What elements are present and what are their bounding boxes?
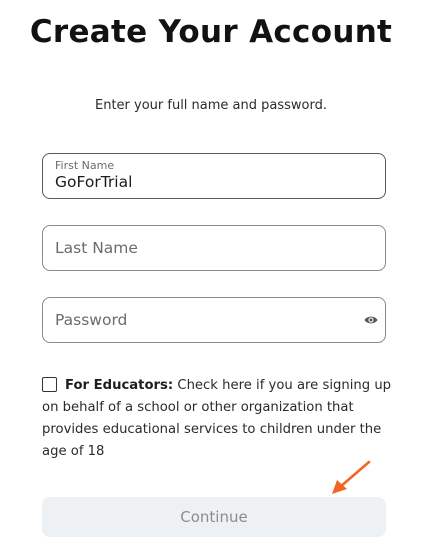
educator-bold-label: For Educators: (65, 378, 174, 393)
educator-checkbox[interactable] (42, 377, 57, 392)
first-name-label: First Name (55, 159, 115, 172)
educator-text: For Educators: Check here if you are sig… (42, 375, 392, 463)
eye-icon[interactable] (364, 314, 378, 326)
first-name-value[interactable]: GoForTrial (55, 173, 132, 191)
first-name-field[interactable]: First Name GoForTrial (42, 153, 386, 199)
password-placeholder: Password (55, 311, 128, 329)
page-subtitle: Enter your full name and password. (94, 98, 327, 113)
arrow-icon (332, 460, 371, 494)
password-field[interactable]: Password (42, 297, 386, 343)
educator-checkbox-row: For Educators: Check here if you are sig… (42, 375, 392, 463)
page-title: Create Your Account (29, 14, 393, 50)
continue-button[interactable]: Continue (42, 497, 386, 537)
last-name-placeholder: Last Name (55, 239, 138, 257)
last-name-field[interactable]: Last Name (42, 225, 386, 271)
